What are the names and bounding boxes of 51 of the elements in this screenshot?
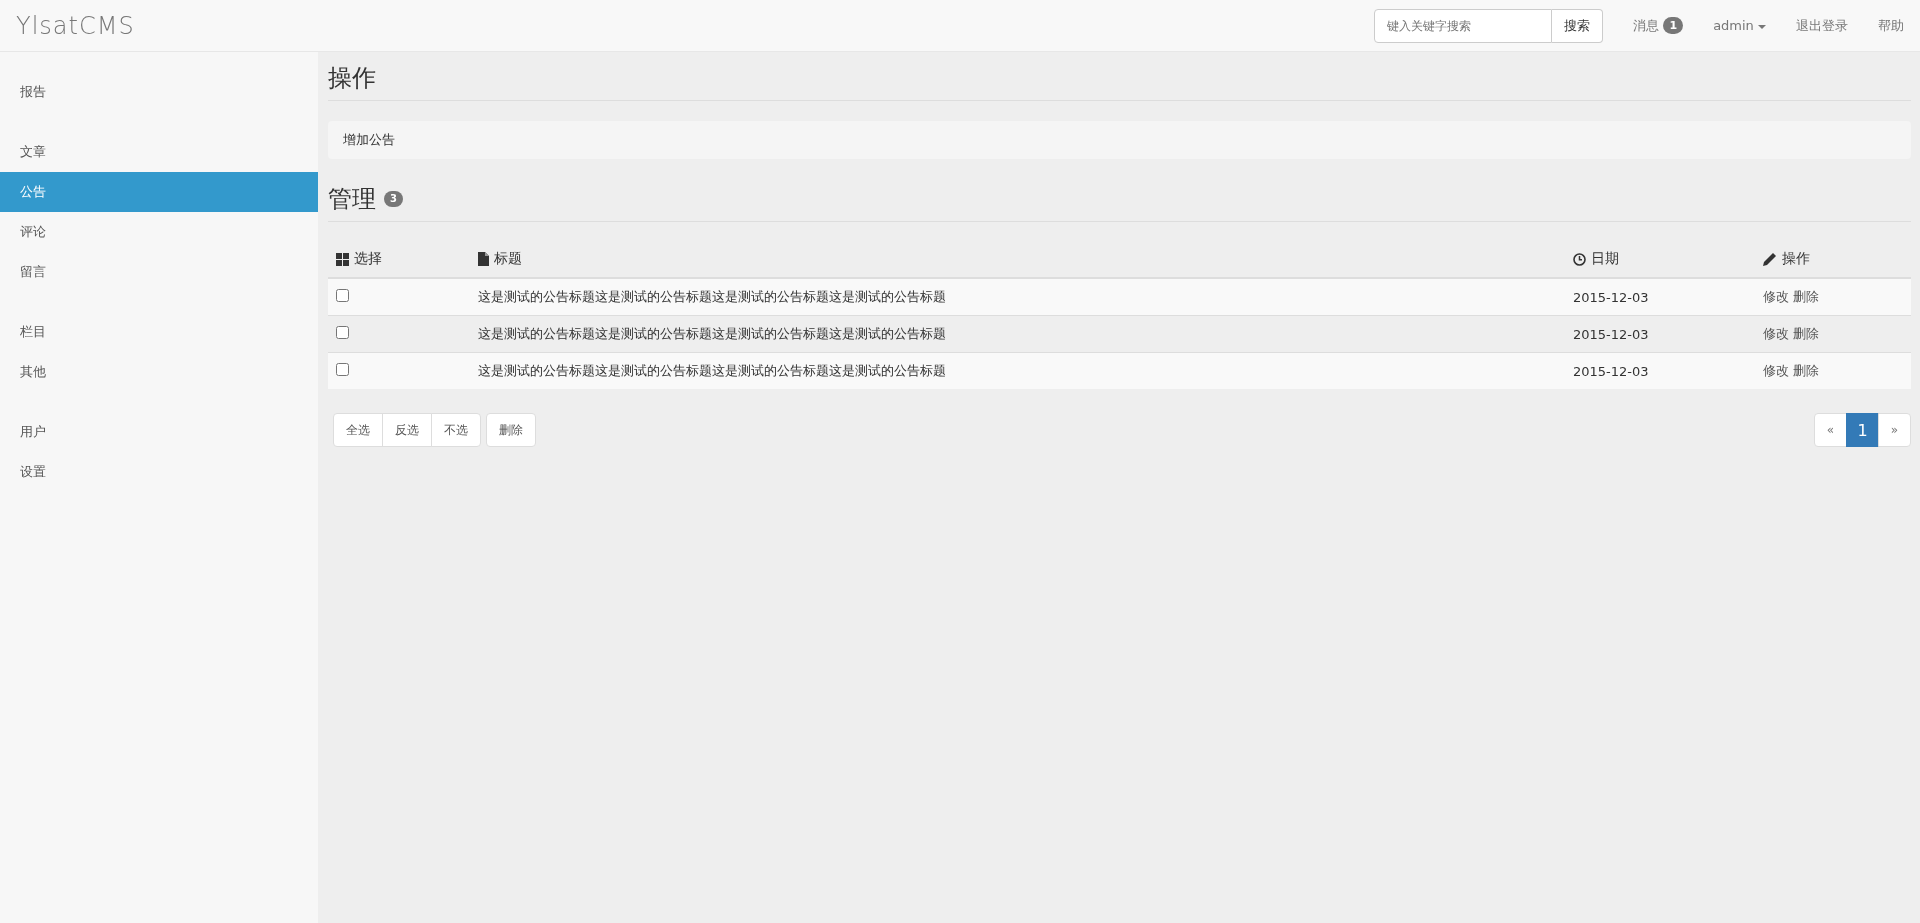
row-action-link[interactable]: 删除 [1793, 326, 1819, 341]
date-cell: 2015-12-03 [1573, 289, 1649, 305]
count-badge: 3 [384, 191, 403, 207]
selection-button[interactable]: 反选 [382, 413, 432, 447]
add-notice-link[interactable]: 增加公告 [343, 132, 395, 147]
row-checkbox[interactable] [336, 326, 349, 339]
notice-title: 这是测试的公告标题这是测试的公告标题这是测试的公告标题这是测试的公告标题 [478, 363, 946, 378]
grid-icon [336, 252, 349, 266]
sidebar-item[interactable]: 栏目 [0, 312, 318, 352]
sidebar-item[interactable]: 其他 [0, 352, 318, 392]
logout-link[interactable]: 退出登录 [1796, 16, 1848, 35]
sidebar-item[interactable]: 评论 [0, 212, 318, 252]
section-heading: 管理 [328, 184, 376, 215]
sidebar-item[interactable]: 报告 [0, 72, 318, 112]
messages-link[interactable]: 消息 [1633, 16, 1660, 35]
pencil-icon [1763, 252, 1777, 266]
column-header: 标题 [494, 250, 522, 268]
previous-page-button[interactable]: « [1814, 413, 1847, 447]
search-button[interactable]: 搜索 [1552, 8, 1604, 43]
delete-button[interactable]: 删除 [486, 413, 536, 447]
column-header: 日期 [1591, 250, 1619, 269]
sidebar-item[interactable]: 留言 [0, 252, 318, 292]
sidebar-item[interactable]: 文章 [0, 132, 318, 172]
section-heading: 操作 [328, 63, 376, 94]
row-action-link[interactable]: 修改 [1763, 289, 1789, 304]
row-action-link[interactable]: 修改 [1763, 326, 1789, 341]
selection-button[interactable]: 全选 [333, 413, 383, 447]
next-page-button[interactable]: » [1878, 413, 1911, 447]
caret-icon [1758, 24, 1766, 29]
date-cell: 2015-12-03 [1573, 326, 1649, 342]
notice-title: 这是测试的公告标题这是测试的公告标题这是测试的公告标题这是测试的公告标题 [478, 326, 946, 341]
column-header: 操作 [1782, 250, 1810, 268]
notice-title: 这是测试的公告标题这是测试的公告标题这是测试的公告标题这是测试的公告标题 [478, 289, 946, 304]
sidebar-item[interactable]: 用户 [0, 412, 318, 452]
row-action-link[interactable]: 删除 [1793, 289, 1819, 304]
clock-icon [1573, 252, 1586, 266]
page-button[interactable]: 1 [1846, 413, 1879, 447]
sidebar-item[interactable]: 设置 [0, 452, 318, 492]
row-action-link[interactable]: 删除 [1793, 363, 1819, 378]
selection-button[interactable]: 不选 [431, 413, 481, 447]
help-link[interactable]: 帮助 [1878, 16, 1904, 35]
brand-logo[interactable]: YlsatCMS [16, 11, 135, 40]
date-cell: 2015-12-03 [1573, 363, 1649, 379]
user-menu[interactable]: admin [1713, 18, 1766, 33]
file-icon [478, 252, 489, 266]
column-header: 选择 [354, 250, 382, 269]
row-action-link[interactable]: 修改 [1763, 363, 1789, 378]
search-field[interactable]: 键入关键字搜索 [1374, 8, 1553, 43]
row-checkbox[interactable] [336, 363, 349, 376]
message-count-badge: 1 [1663, 17, 1684, 34]
row-checkbox[interactable] [336, 289, 349, 302]
